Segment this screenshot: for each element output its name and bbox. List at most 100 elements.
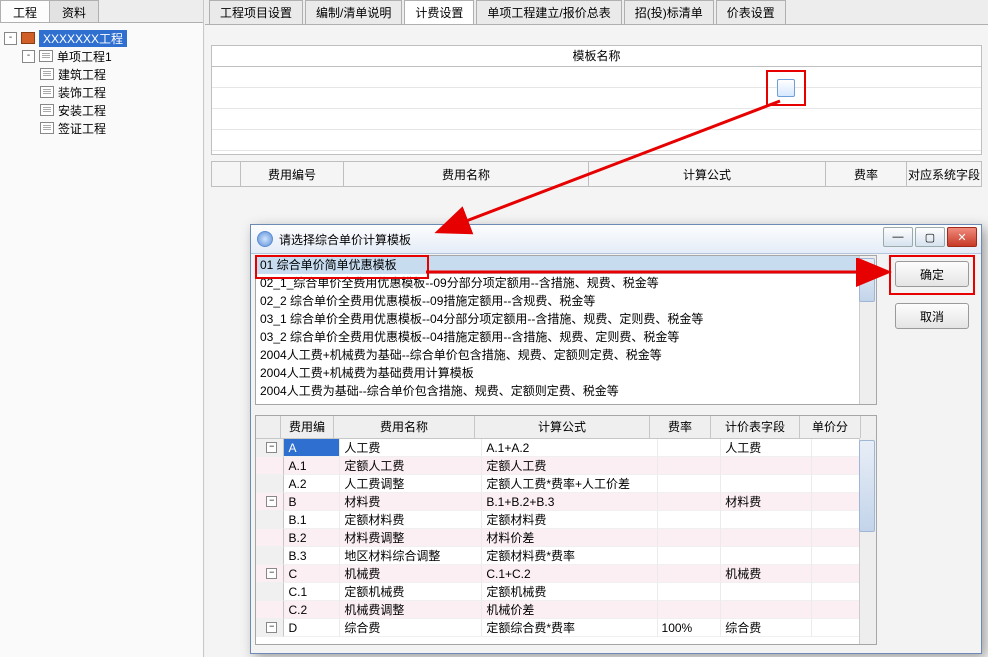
detail-grid-cell: C <box>284 565 340 583</box>
template-list-item[interactable]: 03_2 综合单价全费用优惠模板--04措施定额用--含措施、规费、定则费、税金… <box>256 328 876 346</box>
detail-grid-row[interactable]: B.1定额材料费定额材料费 <box>256 511 876 529</box>
template-grid-row[interactable] <box>212 109 981 130</box>
collapse-icon[interactable]: − <box>266 622 277 633</box>
template-list[interactable]: 01 综合单价简单优惠模板02_1_综合单价全费用优惠模板--09分部分项定额用… <box>255 255 877 405</box>
tree-root-label: XXXXXXX工程 <box>39 30 127 47</box>
detail-grid-row[interactable]: B.2材料费调整材料价差 <box>256 529 876 547</box>
ok-button[interactable]: 确定 <box>895 261 969 287</box>
template-list-item[interactable]: 01 综合单价简单优惠模板 <box>256 256 876 274</box>
detail-grid-cell <box>256 475 284 493</box>
detail-grid-cell: D <box>284 619 340 637</box>
fee-col-rate: 费率 <box>826 162 907 186</box>
tab-project[interactable]: 工程 <box>0 0 50 22</box>
detail-grid-cell: 定额材料费 <box>340 511 482 529</box>
detail-grid-cell: B.1+B.2+B.3 <box>482 493 657 511</box>
detail-grid-row[interactable]: A.1定额人工费定额人工费 <box>256 457 876 475</box>
dg-col-unit: 单价分 <box>800 416 861 438</box>
browse-button[interactable] <box>777 79 795 97</box>
scrollbar[interactable] <box>859 256 876 404</box>
detail-grid-cell: 材料价差 <box>482 529 657 547</box>
template-grid-row[interactable] <box>212 67 981 88</box>
tab-project-settings[interactable]: 工程项目设置 <box>209 0 303 24</box>
detail-grid-row[interactable]: −A人工费A.1+A.2人工费 <box>256 439 876 457</box>
detail-grid-row[interactable]: −B材料费B.1+B.2+B.3材料费 <box>256 493 876 511</box>
detail-grid-cell: 材料费调整 <box>340 529 482 547</box>
detail-grid-cell <box>721 511 812 529</box>
detail-grid-cell: 人工费 <box>340 439 482 457</box>
scrollbar-thumb[interactable] <box>859 258 875 302</box>
detail-grid-cell: 综合费 <box>340 619 482 637</box>
tree-leaf[interactable]: 安装工程 <box>4 101 199 119</box>
maximize-button[interactable]: ▢ <box>915 227 945 247</box>
template-chooser-dialog: 请选择综合单价计算模板 — ▢ ✕ 01 综合单价简单优惠模板02_1_综合单价… <box>250 224 982 654</box>
detail-grid-cell: 定额人工费 <box>340 457 482 475</box>
tab-fee-settings[interactable]: 计费设置 <box>404 0 474 24</box>
tree-leaf[interactable]: 装饰工程 <box>4 83 199 101</box>
fee-col-name: 费用名称 <box>344 162 589 186</box>
template-grid-row[interactable] <box>212 88 981 109</box>
detail-grid-cell <box>721 601 812 619</box>
detail-grid-cell: B.2 <box>284 529 340 547</box>
detail-grid-row[interactable]: −D综合费定额综合费*费率100%综合费 <box>256 619 876 637</box>
detail-grid: 费用编 费用名称 计算公式 费率 计价表字段 单价分 −A人工费A.1+A.2人… <box>255 415 877 645</box>
collapse-icon[interactable]: - <box>4 32 17 45</box>
detail-grid-cell <box>721 547 812 565</box>
tree-leaf[interactable]: 建筑工程 <box>4 65 199 83</box>
detail-grid-cell: 定额人工费 <box>482 457 657 475</box>
tree-leaf[interactable]: 签证工程 <box>4 119 199 137</box>
detail-grid-cell: 材料费 <box>721 493 812 511</box>
collapse-icon[interactable]: − <box>266 496 277 507</box>
tab-data[interactable]: 资料 <box>49 0 99 22</box>
minimize-button[interactable]: — <box>883 227 913 247</box>
detail-grid-cell: 机械费 <box>721 565 812 583</box>
detail-grid-cell: A.2 <box>284 475 340 493</box>
detail-grid-cell: 100% <box>658 619 722 637</box>
template-grid-row[interactable] <box>212 130 981 151</box>
tab-bid-list[interactable]: 招(投)标清单 <box>624 0 714 24</box>
detail-grid-cell: 定额材料费*费率 <box>482 547 657 565</box>
detail-grid-cell <box>658 601 722 619</box>
tree-leaf-label: 签证工程 <box>58 120 106 137</box>
dialog-titlebar[interactable]: 请选择综合单价计算模板 — ▢ ✕ <box>251 225 981 254</box>
detail-grid-row[interactable]: −C机械费C.1+C.2机械费 <box>256 565 876 583</box>
template-list-item[interactable]: 2004人工费+机械费为基础--综合单价包含措施、规费、定额则定费、税金等 <box>256 346 876 364</box>
detail-grid-row[interactable]: B.3地区材料综合调整定额材料费*费率 <box>256 547 876 565</box>
template-list-item[interactable]: 2004人工费+机械费为基础费用计算模板 <box>256 364 876 382</box>
detail-grid-cell <box>658 565 722 583</box>
tab-price-table[interactable]: 价表设置 <box>716 0 786 24</box>
collapse-icon[interactable]: - <box>22 50 35 63</box>
detail-grid-cell: 定额材料费 <box>482 511 657 529</box>
template-list-item[interactable]: 02_1_综合单价全费用优惠模板--09分部分项定额用--含措施、规费、税金等 <box>256 274 876 292</box>
tab-list-desc[interactable]: 编制/清单说明 <box>305 0 402 24</box>
detail-grid-row[interactable]: A.2人工费调整定额人工费*费率+人工价差 <box>256 475 876 493</box>
dg-col-name: 费用名称 <box>334 416 475 438</box>
detail-grid-row[interactable]: C.1定额机械费定额机械费 <box>256 583 876 601</box>
tree-sub[interactable]: - 单项工程1 <box>4 47 199 65</box>
cancel-button[interactable]: 取消 <box>895 303 969 329</box>
dg-col-formula: 计算公式 <box>475 416 650 438</box>
page-icon <box>40 104 54 116</box>
collapse-icon[interactable]: − <box>266 442 277 453</box>
collapse-icon[interactable]: − <box>266 568 277 579</box>
dg-col-rate: 费率 <box>650 416 711 438</box>
annotation-highlight <box>766 70 806 106</box>
book-icon <box>21 32 35 44</box>
dg-col-blank <box>256 416 281 438</box>
tree-root[interactable]: - XXXXXXX工程 <box>4 29 199 47</box>
page-icon <box>40 68 54 80</box>
template-list-item[interactable]: 03_1 综合单价全费用优惠模板--04分部分项定额用--含措施、规费、定则费、… <box>256 310 876 328</box>
template-panel: 模板名称 <box>211 45 982 155</box>
page-icon <box>40 86 54 98</box>
dg-col-field: 计价表字段 <box>711 416 800 438</box>
template-list-item[interactable]: 02_2 综合单价全费用优惠模板--09措施定额用--含规费、税金等 <box>256 292 876 310</box>
close-button[interactable]: ✕ <box>947 227 977 247</box>
scrollbar[interactable] <box>859 438 876 644</box>
detail-grid-row[interactable]: C.2机械费调整机械价差 <box>256 601 876 619</box>
scrollbar-thumb[interactable] <box>859 440 875 532</box>
detail-grid-cell <box>256 529 284 547</box>
template-list-item[interactable]: 2004人工费为基础--综合单价包含措施、规费、定额则定费、税金等 <box>256 382 876 400</box>
dialog-title: 请选择综合单价计算模板 <box>279 231 411 248</box>
fee-col-code: 费用编号 <box>241 162 344 186</box>
detail-grid-cell <box>256 457 284 475</box>
tab-quote-summary[interactable]: 单项工程建立/报价总表 <box>476 0 621 24</box>
